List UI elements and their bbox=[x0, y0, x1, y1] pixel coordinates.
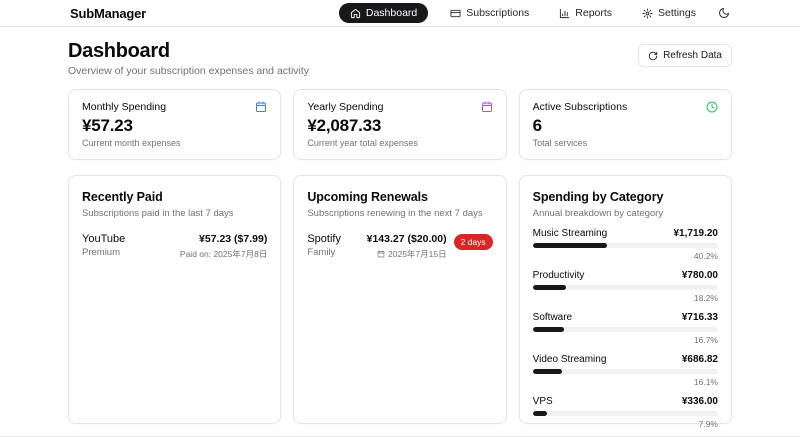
category-bar-track bbox=[533, 327, 718, 332]
category-amount: ¥780.00 bbox=[682, 270, 718, 281]
card-subtitle: Annual breakdown by category bbox=[533, 208, 718, 219]
paid-on-date: Paid on: 2025年7月8日 bbox=[180, 248, 267, 260]
refresh-data-button[interactable]: Refresh Data bbox=[638, 44, 732, 67]
category-name: Productivity bbox=[533, 270, 585, 281]
upcoming-renewals-card: Upcoming Renewals Subscriptions renewing… bbox=[293, 175, 506, 424]
category-percent: 40.2% bbox=[533, 251, 718, 261]
card-title: Recently Paid bbox=[82, 190, 267, 204]
stat-value: ¥57.23 bbox=[82, 116, 267, 136]
category-row: Music Streaming ¥1,719.20 40.2% bbox=[533, 228, 718, 261]
category-bar-fill bbox=[533, 369, 563, 374]
category-amount: ¥716.33 bbox=[682, 312, 718, 323]
category-percent: 16.1% bbox=[533, 377, 718, 387]
category-name: Video Streaming bbox=[533, 354, 607, 365]
nav-label: Settings bbox=[658, 7, 696, 19]
stats-row: Monthly Spending ¥57.23 Current month ex… bbox=[68, 89, 732, 160]
card-subtitle: Subscriptions renewing in the next 7 day… bbox=[307, 208, 492, 219]
stat-label: Monthly Spending bbox=[82, 101, 166, 113]
gear-icon bbox=[642, 8, 653, 19]
category-row: Video Streaming ¥686.82 16.1% bbox=[533, 354, 718, 387]
credit-card-icon bbox=[450, 8, 461, 19]
category-percent: 18.2% bbox=[533, 293, 718, 303]
subscription-plan: Premium bbox=[82, 247, 125, 258]
category-bar-track bbox=[533, 285, 718, 290]
category-amount: ¥686.82 bbox=[682, 354, 718, 365]
category-list: Music Streaming ¥1,719.20 40.2% Producti… bbox=[533, 228, 718, 437]
nav-label: Reports bbox=[575, 7, 612, 19]
spending-by-category-card: Spending by Category Annual breakdown by… bbox=[519, 175, 732, 424]
category-bar-track bbox=[533, 369, 718, 374]
category-row: Software ¥716.33 16.7% bbox=[533, 312, 718, 345]
subscription-amount: ¥143.27 ($20.00) bbox=[367, 233, 447, 245]
category-percent: 16.7% bbox=[533, 335, 718, 345]
category-name: VPS bbox=[533, 396, 553, 407]
stat-value: 6 bbox=[533, 116, 718, 136]
category-amount: ¥336.00 bbox=[682, 396, 718, 407]
nav-item-settings[interactable]: Settings bbox=[634, 3, 704, 23]
nav-item-reports[interactable]: Reports bbox=[551, 3, 620, 23]
subscription-amount: ¥57.23 ($7.99) bbox=[180, 233, 267, 245]
paid-subscription-row[interactable]: YouTube Premium ¥57.23 ($7.99) Paid on: … bbox=[82, 233, 267, 260]
category-bar-fill bbox=[533, 327, 564, 332]
stat-card-monthly-spending: Monthly Spending ¥57.23 Current month ex… bbox=[68, 89, 281, 160]
stat-label: Active Subscriptions bbox=[533, 101, 628, 113]
category-bar-fill bbox=[533, 285, 567, 290]
stat-caption: Total services bbox=[533, 138, 718, 148]
subscription-name: Spotify bbox=[307, 233, 341, 245]
top-navbar: SubManager Dashboard Subscriptions Repor… bbox=[0, 0, 800, 27]
page-title: Dashboard bbox=[68, 40, 309, 62]
page-subtitle: Overview of your subscription expenses a… bbox=[68, 65, 309, 77]
stat-card-active-subscriptions: Active Subscriptions 6 Total services bbox=[519, 89, 732, 160]
category-name: Software bbox=[533, 312, 572, 323]
bar-chart-icon bbox=[559, 8, 570, 19]
theme-toggle-button[interactable] bbox=[718, 7, 730, 19]
category-name: Music Streaming bbox=[533, 228, 607, 239]
category-bar-fill bbox=[533, 411, 548, 416]
page-content: Dashboard Overview of your subscription … bbox=[68, 27, 732, 424]
days-remaining-badge: 2 days bbox=[454, 234, 493, 250]
nav-label: Subscriptions bbox=[466, 7, 529, 19]
refresh-icon bbox=[648, 51, 658, 61]
stat-caption: Current year total expenses bbox=[307, 138, 492, 148]
category-bar-track bbox=[533, 243, 718, 248]
main-nav: Dashboard Subscriptions Reports Settings bbox=[339, 3, 730, 23]
stat-caption: Current month expenses bbox=[82, 138, 267, 148]
category-percent: 7.9% bbox=[533, 419, 718, 429]
card-subtitle: Subscriptions paid in the last 7 days bbox=[82, 208, 267, 219]
category-row: Productivity ¥780.00 18.2% bbox=[533, 270, 718, 303]
home-icon bbox=[350, 8, 361, 19]
calendar-icon bbox=[255, 101, 267, 113]
stat-card-yearly-spending: Yearly Spending ¥2,087.33 Current year t… bbox=[293, 89, 506, 160]
renewal-subscription-row[interactable]: Spotify Family ¥143.27 ($20.00) 2025年7月1… bbox=[307, 233, 492, 260]
card-title: Upcoming Renewals bbox=[307, 190, 492, 204]
clock-icon bbox=[706, 101, 718, 113]
stat-value: ¥2,087.33 bbox=[307, 116, 492, 136]
moon-icon bbox=[718, 7, 730, 19]
stat-label: Yearly Spending bbox=[307, 101, 383, 113]
brand-logo[interactable]: SubManager bbox=[70, 6, 146, 21]
page-header: Dashboard Overview of your subscription … bbox=[68, 40, 732, 77]
nav-item-dashboard[interactable]: Dashboard bbox=[339, 3, 428, 23]
calendar-icon bbox=[481, 101, 493, 113]
category-row: VPS ¥336.00 7.9% bbox=[533, 396, 718, 429]
subscription-name: YouTube bbox=[82, 233, 125, 245]
nav-item-subscriptions[interactable]: Subscriptions bbox=[442, 3, 537, 23]
card-title: Spending by Category bbox=[533, 190, 718, 204]
main-cards-row: Recently Paid Subscriptions paid in the … bbox=[68, 175, 732, 424]
category-amount: ¥1,719.20 bbox=[673, 228, 718, 239]
subscription-plan: Family bbox=[307, 247, 341, 258]
refresh-label: Refresh Data bbox=[663, 50, 722, 61]
nav-label: Dashboard bbox=[366, 7, 417, 19]
calendar-icon bbox=[377, 250, 385, 258]
category-bar-track bbox=[533, 411, 718, 416]
renewal-date: 2025年7月15日 bbox=[388, 248, 447, 260]
category-bar-fill bbox=[533, 243, 608, 248]
recently-paid-card: Recently Paid Subscriptions paid in the … bbox=[68, 175, 281, 424]
